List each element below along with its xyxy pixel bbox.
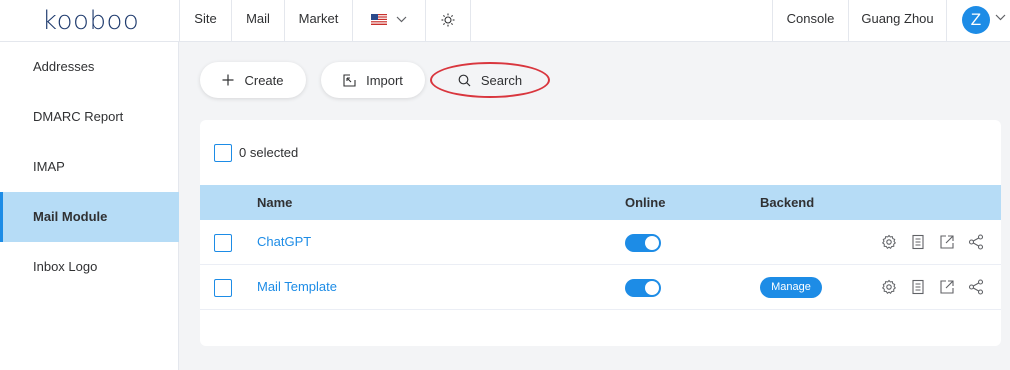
mail-module-table-card: 0 selected Name Online Backend ChatGPT M… (200, 120, 1001, 346)
column-header-name[interactable]: Name (257, 185, 292, 220)
search-label: Search (480, 72, 523, 88)
table-header: Name Online Backend (200, 185, 1001, 220)
share-icon[interactable] (968, 279, 984, 295)
row-checkbox[interactable] (214, 234, 232, 252)
region-selector[interactable]: Guang Zhou (848, 0, 947, 41)
row-checkbox[interactable] (214, 279, 232, 297)
top-bar: kooboo Site Mail Market Console Guang Zh… (0, 0, 1010, 42)
online-toggle[interactable] (625, 279, 661, 297)
sidebar-item-dmarc-report[interactable]: DMARC Report (0, 92, 179, 142)
nav-mail[interactable]: Mail (231, 0, 284, 41)
sun-icon (441, 13, 455, 27)
language-selector[interactable] (352, 0, 425, 41)
import-label: Import (366, 72, 403, 88)
sidebar-item-imap[interactable]: IMAP (0, 142, 179, 192)
manage-button[interactable]: Manage (760, 277, 822, 298)
create-label: Create (244, 72, 284, 88)
external-link-icon[interactable] (939, 279, 955, 295)
sidebar-item-mail-module[interactable]: Mail Module (0, 192, 179, 242)
search-icon (458, 74, 471, 86)
sidebar-item-inbox-logo[interactable]: Inbox Logo (0, 242, 179, 292)
selected-count: 0 selected (239, 145, 299, 160)
plus-icon (222, 74, 234, 86)
import-button[interactable]: Import (321, 62, 425, 98)
document-icon[interactable] (910, 279, 926, 295)
select-all-checkbox[interactable] (214, 144, 232, 162)
module-name-link[interactable]: Mail Template (257, 265, 337, 309)
document-icon[interactable] (910, 234, 926, 250)
chevron-down-icon[interactable] (995, 14, 1006, 21)
create-button[interactable]: Create (200, 62, 306, 98)
share-icon[interactable] (968, 234, 984, 250)
column-header-online[interactable]: Online (625, 185, 665, 220)
nav-console[interactable]: Console (772, 0, 848, 41)
column-header-backend[interactable]: Backend (760, 185, 814, 220)
settings-icon[interactable] (881, 279, 897, 295)
module-name-link[interactable]: ChatGPT (257, 220, 311, 264)
settings-icon[interactable] (881, 234, 897, 250)
import-icon (343, 73, 356, 87)
sidebar-item-addresses[interactable]: Addresses (0, 42, 179, 92)
theme-toggle[interactable] (425, 0, 471, 41)
external-link-icon[interactable] (939, 234, 955, 250)
chevron-down-icon (396, 16, 407, 23)
nav-site[interactable]: Site (179, 0, 231, 41)
us-flag-icon (370, 14, 387, 26)
search-button[interactable]: Search (430, 62, 550, 98)
sidebar: Addresses DMARC Report IMAP Mail Module … (0, 42, 179, 370)
nav-market[interactable]: Market (284, 0, 352, 41)
table-row: Mail Template Manage (200, 265, 1001, 310)
online-toggle[interactable] (625, 234, 661, 252)
kooboo-logo[interactable]: kooboo (42, 6, 139, 36)
table-row: ChatGPT (200, 220, 1001, 265)
user-avatar[interactable]: Z (962, 6, 990, 34)
